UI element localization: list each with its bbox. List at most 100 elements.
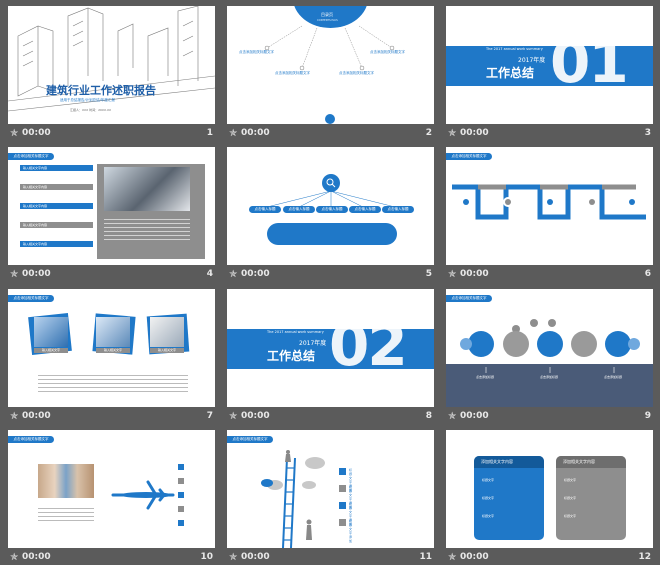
- slide-number: 5: [425, 269, 432, 279]
- slide-duration: 00:00: [241, 411, 270, 421]
- list-item: 输入相关文字内容: [20, 165, 93, 171]
- transition-star-icon[interactable]: ✯: [229, 411, 237, 422]
- slide-thumb-5[interactable]: 点击输入标题 点击输入标题 点击输入标题 点击输入标题 点击输入标题 ✯ 00:…: [227, 147, 434, 282]
- slide-duration: 00:00: [241, 128, 270, 138]
- slide-duration: 00:00: [22, 128, 51, 138]
- slide-thumb-7[interactable]: 点击添加相关标题文字 输入相关文字 输入相关文字 输入相关文字 ✯ 00:00 …: [8, 289, 215, 424]
- slide-canvas: 添加相关文字内容 添加相关文字内容 标题文字 标题文字 标题文字 标题文字 标题…: [446, 430, 653, 548]
- check-icon: [339, 519, 346, 526]
- transition-star-icon[interactable]: ✯: [229, 552, 237, 563]
- slide-number: 7: [206, 411, 213, 421]
- list-item: 输入相关文字内容: [20, 222, 93, 228]
- slide-canvas: 点击添加相关标题文字 点击添加标题 点击添加标题 点击添加标题: [446, 289, 653, 407]
- slide-number: 1: [206, 128, 213, 138]
- transition-star-icon[interactable]: ✯: [448, 552, 456, 563]
- right-card-title: 添加相关文字内容: [563, 459, 595, 464]
- check-icon: [339, 502, 346, 509]
- card-item: 标题文字: [482, 496, 495, 500]
- card-item: 标题文字: [482, 514, 495, 518]
- slide-thumb-6[interactable]: 点击添加相关标题文字 ✯ 00:00 6: [446, 147, 653, 282]
- transition-star-icon[interactable]: ✯: [448, 411, 456, 422]
- slide-thumb-4[interactable]: 点击添加相关标题文字 输入相关文字内容 输入相关文字内容 输入相关文字内容 输入…: [8, 147, 215, 282]
- section-number: 02: [329, 311, 408, 379]
- slide-canvas: 点击添加相关标题文字: [8, 430, 215, 548]
- building-sketch: [8, 6, 215, 112]
- contents-item: 点击添加相关标题文字: [239, 50, 274, 54]
- slide-footer-bar: ✯ 00:00 2: [227, 127, 434, 141]
- contents-item: 点击添加相关标题文字: [275, 71, 310, 75]
- transition-star-icon[interactable]: ✯: [10, 411, 18, 422]
- slide-duration: 00:00: [460, 552, 489, 562]
- slide-footer-bar: ✯ 00:00 5: [227, 268, 434, 282]
- check-label: 标题文字添加: [349, 519, 353, 543]
- slide-header: 点击添加相关标题文字: [8, 295, 54, 302]
- slide-thumb-2[interactable]: 目录页 CONTENTS PLUS 点击添加相关标题文字 点击添加相关标题文字 …: [227, 6, 434, 141]
- slide-thumb-3[interactable]: The 2017 annual work summary 2017年度 工作总结…: [446, 6, 653, 141]
- photo-caption: 输入相关文字: [34, 348, 68, 353]
- slide-thumb-8[interactable]: The 2017 annual work summary 2017年度 工作总结…: [227, 289, 434, 424]
- slide-footer-bar: ✯ 00:00 7: [8, 410, 215, 424]
- photo-caption: 输入相关文字: [96, 348, 130, 353]
- bottom-dot: [325, 114, 335, 124]
- body-text: [38, 375, 188, 395]
- slide-footer-bar: ✯ 00:00 10: [8, 551, 215, 565]
- tree-node: 点击输入标题: [283, 206, 315, 213]
- photo-caption-text: [104, 219, 190, 241]
- process-label: 点击添加标题: [476, 375, 495, 379]
- section-year: 2017年度: [299, 340, 327, 347]
- slide-number: 10: [200, 552, 213, 562]
- square-marker: [178, 520, 184, 526]
- slide-duration: 00:00: [241, 269, 270, 279]
- slide-footer-bar: ✯ 00:00 4: [8, 268, 215, 282]
- slide-thumb-1[interactable]: 建筑行业工作述职报告 适用于总结报告/计划总结/年度汇报 汇报人：XXX 时间：…: [8, 6, 215, 141]
- slide-thumb-10[interactable]: 点击添加相关标题文字 ✯ 00:00 10: [8, 430, 215, 565]
- slide-canvas: 点击添加相关标题文字 输入相关文字内容 输入相关文字内容 输入相关文字内容 输入…: [8, 147, 215, 265]
- slide-thumb-12[interactable]: 添加相关文字内容 添加相关文字内容 标题文字 标题文字 标题文字 标题文字 标题…: [446, 430, 653, 565]
- card-item: 标题文字: [564, 496, 577, 500]
- transition-star-icon[interactable]: ✯: [448, 269, 456, 280]
- photo: [34, 317, 68, 347]
- photo-caption: 输入相关文字: [150, 348, 184, 353]
- slide-duration: 00:00: [460, 128, 489, 138]
- transition-star-icon[interactable]: ✯: [10, 128, 18, 139]
- card-item: 标题文字: [482, 478, 495, 482]
- slide-subtitle: 适用于总结报告/计划总结/年度汇报: [60, 98, 115, 102]
- slide-footer-bar: ✯ 00:00 12: [446, 551, 653, 565]
- section-title: 工作总结: [486, 66, 535, 80]
- card-item: 标题文字: [564, 478, 577, 482]
- transition-star-icon[interactable]: ✯: [229, 128, 237, 139]
- slide-canvas: 点击输入标题 点击输入标题 点击输入标题 点击输入标题 点击输入标题: [227, 147, 434, 265]
- section-year: 2017年度: [518, 57, 546, 64]
- slide-thumb-11[interactable]: 点击添加相关标题文字 标题文字添加 标题文字添加 标题文字添加 标题文字添加 ✯…: [227, 430, 434, 565]
- slide-number: 4: [206, 269, 213, 279]
- slide-title: 建筑行业工作述职报告: [46, 84, 156, 97]
- slide-canvas: 点击添加相关标题文字 输入相关文字 输入相关文字 输入相关文字: [8, 289, 215, 407]
- transition-star-icon[interactable]: ✯: [448, 128, 456, 139]
- photo: [150, 317, 184, 347]
- slide-footer-bar: ✯ 00:00 8: [227, 410, 434, 424]
- slide-duration: 00:00: [460, 269, 489, 279]
- slide-duration: 00:00: [241, 552, 270, 562]
- transition-star-icon[interactable]: ✯: [10, 269, 18, 280]
- slide-number: 11: [419, 552, 432, 562]
- card-item: 标题文字: [564, 514, 577, 518]
- slide-canvas: The 2017 annual work summary 2017年度 工作总结…: [227, 289, 434, 407]
- list-item: 输入相关文字内容: [20, 241, 93, 247]
- slide-header: 点击添加相关标题文字: [8, 153, 54, 160]
- contents-item: 点击添加相关标题文字: [339, 71, 374, 75]
- left-card-title: 添加相关文字内容: [481, 459, 513, 464]
- slide-number: 12: [638, 552, 651, 562]
- transition-star-icon[interactable]: ✯: [229, 269, 237, 280]
- slide-thumb-9[interactable]: 点击添加相关标题文字 点击添加标题 点击添加标题 点击添加标题 ✯ 00:00 …: [446, 289, 653, 424]
- transition-star-icon[interactable]: ✯: [10, 552, 18, 563]
- ladder-illustration: [261, 450, 325, 548]
- slide-duration: 00:00: [22, 269, 51, 279]
- photo: [96, 317, 130, 347]
- contents-item: 点击添加相关标题文字: [370, 50, 405, 54]
- process-circles: [460, 319, 640, 373]
- slide-number: 8: [425, 411, 432, 421]
- square-marker: [178, 492, 184, 498]
- slide-canvas: 建筑行业工作述职报告 适用于总结报告/计划总结/年度汇报 汇报人：XXX 时间：…: [8, 6, 215, 124]
- list-item: 输入相关文字内容: [20, 184, 93, 190]
- square-marker: [178, 464, 184, 470]
